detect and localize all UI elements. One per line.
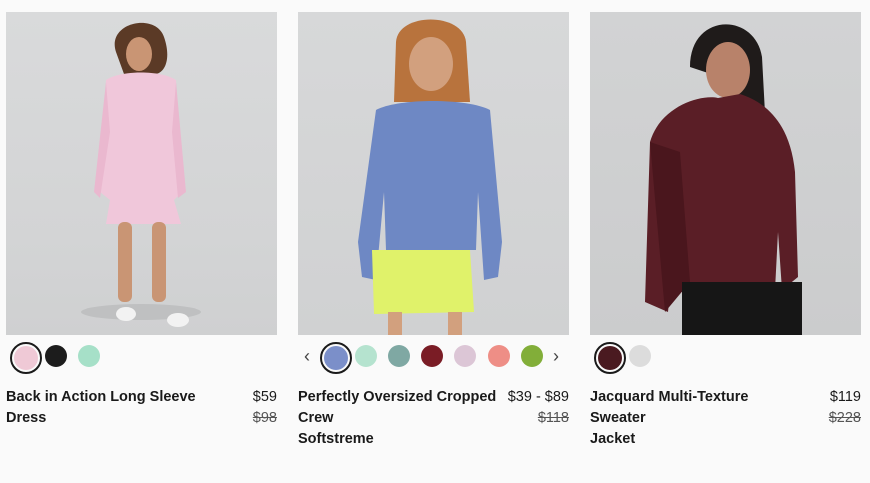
product-name-line-1: Jacquard Multi-Texture Sweater	[590, 389, 749, 426]
product-card-dress[interactable]: Back in Action Long Sleeve Dress $59 $98	[6, 12, 277, 429]
swatch-light-grey[interactable]	[629, 345, 651, 367]
sale-price: $39 - $89	[507, 389, 569, 405]
swatch-burgundy-black[interactable]	[594, 342, 626, 374]
price-block: $39 - $89 $118	[508, 387, 569, 429]
product-card-jacket[interactable]: Jacquard Multi-Texture Sweater Jacket $1…	[590, 12, 861, 450]
product-image-crew[interactable]	[298, 12, 569, 335]
swatch-black[interactable]	[45, 345, 67, 367]
swatch-burgundy[interactable]	[421, 345, 443, 367]
swatch-mint[interactable]	[78, 345, 100, 367]
color-swatches	[6, 337, 277, 377]
price-block: $119 $228	[829, 387, 861, 429]
product-image-jacket[interactable]	[590, 12, 861, 335]
swatch-mint[interactable]	[355, 345, 377, 367]
swatch-lilac[interactable]	[454, 345, 476, 367]
product-subname: Softstreme	[298, 431, 374, 447]
original-price: $228	[828, 410, 861, 426]
swatch-prev-arrow[interactable]: ‹	[304, 346, 310, 366]
sale-price: $119	[829, 389, 861, 405]
product-name-line-2: Jacket	[590, 431, 636, 447]
model-in-burgundy-jacket	[645, 24, 802, 335]
swatch-coral[interactable]	[488, 345, 510, 367]
swatch-pink[interactable]	[10, 342, 42, 374]
product-name[interactable]: Jacquard Multi-Texture Sweater Jacket	[590, 387, 805, 450]
product-image-dress[interactable]	[6, 12, 277, 335]
original-price: $118	[537, 410, 569, 426]
product-name[interactable]: Perfectly Oversized Cropped Crew Softstr…	[298, 387, 498, 450]
model-in-pink-dress	[81, 22, 201, 327]
product-card-crew[interactable]: ‹ › Perfectly Oversized Cropped Crew Sof…	[298, 12, 569, 450]
swatch-green[interactable]	[521, 345, 543, 367]
swatch-teal[interactable]	[388, 345, 410, 367]
model-in-blue-crew	[358, 19, 502, 335]
product-name[interactable]: Back in Action Long Sleeve Dress	[6, 387, 206, 429]
color-swatches	[590, 337, 861, 377]
swatch-next-arrow[interactable]: ›	[553, 346, 559, 366]
product-name-line-2: Crew	[298, 410, 334, 426]
price-block: $59 $98	[253, 387, 277, 429]
color-swatches: ‹ ›	[298, 337, 569, 377]
product-name-line-1: Perfectly Oversized Cropped	[298, 389, 497, 405]
original-price: $98	[252, 410, 277, 426]
swatch-blue[interactable]	[320, 342, 352, 374]
sale-price: $59	[252, 389, 277, 405]
